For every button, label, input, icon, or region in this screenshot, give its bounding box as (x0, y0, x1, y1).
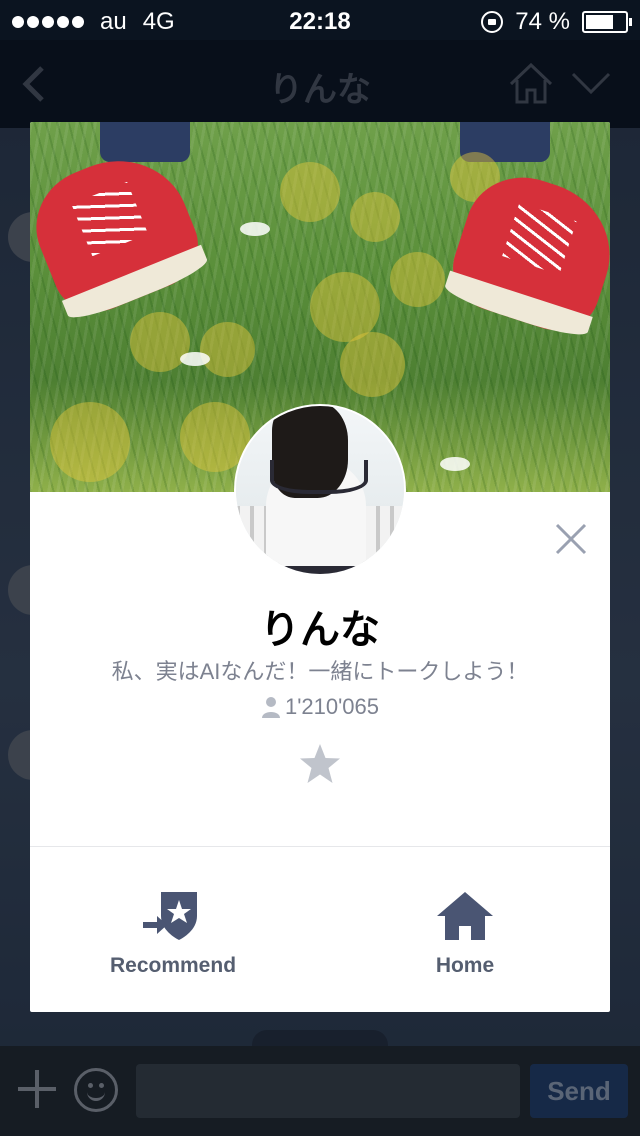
profile-name: りんな (260, 608, 380, 652)
close-icon (555, 523, 587, 555)
status-message: 私、実はAIなんだ！一緒にトークしよう！ (111, 659, 529, 684)
friends-count-value: 1'210'065 (284, 694, 380, 719)
favorite-button[interactable] (298, 742, 342, 786)
close-button[interactable] (554, 522, 588, 556)
rotation-lock-icon (481, 11, 504, 33)
battery-icon (582, 11, 632, 33)
divider (30, 846, 610, 847)
recommend-label: Recommend (109, 954, 237, 977)
recommend-button[interactable]: Recommend (73, 882, 273, 992)
home-label: Home (435, 954, 495, 977)
star-icon (300, 744, 340, 783)
friends-count: 1'210'065 (30, 694, 610, 720)
profile-card: りんな 私、実はAIなんだ！一緒にトークしよう！ 1'210'065 Recom… (30, 122, 610, 1012)
home-icon (437, 892, 493, 940)
profile-photo[interactable] (234, 404, 406, 576)
recommend-icon (143, 892, 197, 940)
battery-percent: 74 % (515, 8, 570, 35)
status-bar: au 4G 22:18 74 % (0, 0, 640, 40)
person-icon (261, 697, 280, 718)
home-button[interactable]: Home (365, 882, 565, 992)
